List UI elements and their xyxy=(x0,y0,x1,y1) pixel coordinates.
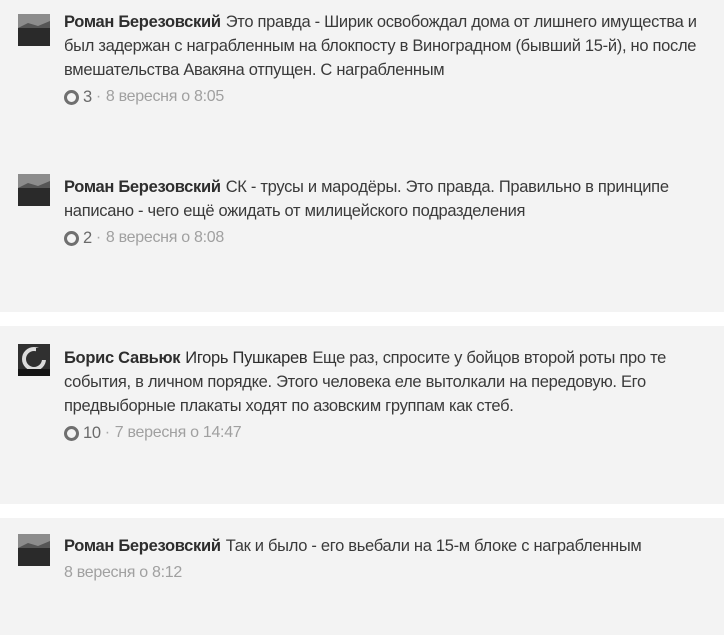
profile-picture-dark-icon xyxy=(18,174,50,206)
comment-author-link[interactable]: Роман Березовский xyxy=(64,537,221,555)
profile-picture-circle-icon xyxy=(18,344,50,376)
profile-picture-dark-icon xyxy=(18,534,50,566)
comment-card: Роман Березовский Так и было - его вьебал… xyxy=(0,518,724,635)
meta-separator: · xyxy=(95,229,101,246)
meta-separator: · xyxy=(95,88,101,105)
comment-content: Роман Березовский Так и было - его вьебал… xyxy=(64,534,714,558)
comment-timestamp[interactable]: 8 вересня о 8:12 xyxy=(64,561,182,585)
comment-timestamp[interactable]: 7 вересня о 14:47 xyxy=(115,421,242,445)
comment-item: Роман Березовский Это правда - Ширик осво… xyxy=(0,0,724,160)
comment-text: Так и было - его вьебали на 15-м блоке с… xyxy=(225,537,642,555)
avatar[interactable] xyxy=(18,534,50,566)
comment-timestamp[interactable]: 8 вересня о 8:05 xyxy=(106,85,224,109)
meta-separator: · xyxy=(104,424,110,441)
comment-content: Роман Березовский СК - трусы и мародёры. … xyxy=(64,175,714,223)
comment-meta: 3 · 8 вересня о 8:05 xyxy=(64,85,714,109)
comment-author-link[interactable]: Роман Березовский xyxy=(64,178,221,196)
mentioned-user-link[interactable]: Игорь Пушкарев xyxy=(185,349,307,367)
comment-item: Роман Березовский СК - трусы и мародёры. … xyxy=(0,160,724,310)
comment-author-link[interactable]: Борис Савьюк xyxy=(64,349,181,367)
comment-content: Роман Березовский Это правда - Ширик осво… xyxy=(64,10,714,82)
like-icon[interactable] xyxy=(64,425,79,441)
comments-page: Роман Березовский Это правда - Ширик осво… xyxy=(0,0,724,635)
comment-meta: 10 · 7 вересня о 14:47 xyxy=(64,421,714,445)
like-count[interactable]: 3 xyxy=(83,85,92,109)
avatar[interactable] xyxy=(18,14,50,46)
profile-picture-dark-icon xyxy=(18,14,50,46)
comment-content: Борис Савьюк Игорь Пушкарев Еще раз, спрос… xyxy=(64,346,714,418)
comment-timestamp[interactable]: 8 вересня о 8:08 xyxy=(106,226,224,250)
like-count[interactable]: 10 xyxy=(83,421,101,445)
comment-meta: 8 вересня о 8:12 xyxy=(64,561,714,585)
like-icon[interactable] xyxy=(64,230,79,246)
like-icon[interactable] xyxy=(64,89,79,105)
comment-thread-card: Роман Березовский Это правда - Ширик осво… xyxy=(0,0,724,312)
avatar[interactable] xyxy=(18,344,50,376)
like-count[interactable]: 2 xyxy=(83,226,92,250)
comment-meta: 2 · 8 вересня о 8:08 xyxy=(64,226,714,250)
comment-card: Борис Савьюк Игорь Пушкарев Еще раз, спрос… xyxy=(0,326,724,504)
comment-author-link[interactable]: Роман Березовский xyxy=(64,13,221,31)
avatar[interactable] xyxy=(18,174,50,206)
comment-item: Борис Савьюк Игорь Пушкарев Еще раз, спрос… xyxy=(0,326,724,504)
comment-item: Роман Березовский Так и было - его вьебал… xyxy=(0,518,724,635)
